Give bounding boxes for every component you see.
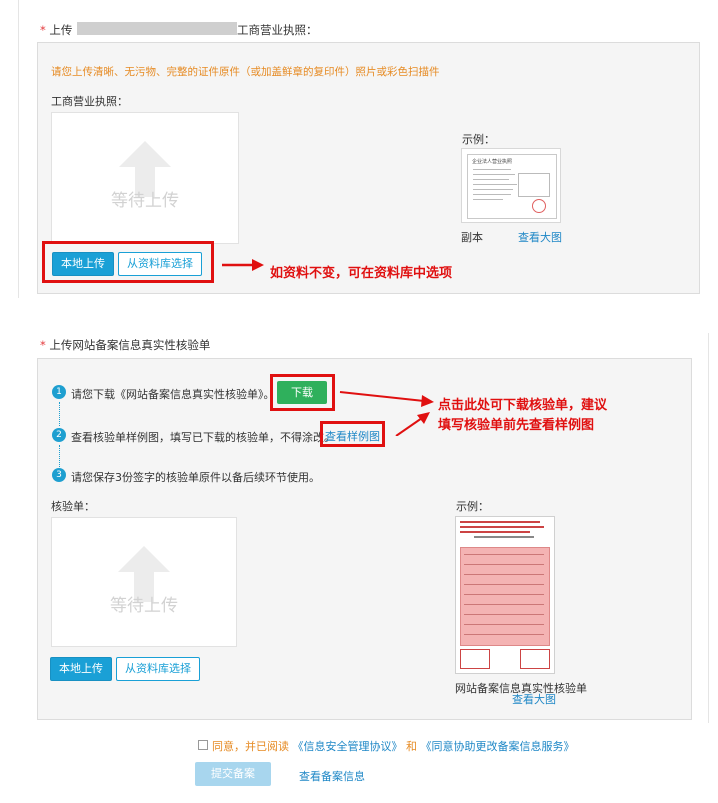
step-connector-2: [59, 445, 60, 467]
annotation-arrows-icon: [339, 391, 434, 436]
annotation-download-text-2: 填写核验单前先查看样例图: [438, 418, 595, 433]
step-3-text: 请您保存3份签字的核验单原件以备后续环节使用。: [71, 471, 320, 484]
step-2-number: 2: [52, 428, 66, 442]
upload-instruction: 请您上传清晰、无污物、完整的证件原件（或加盖鲜章的复印件）照片或彩色扫描件: [51, 66, 440, 78]
section2-title: * 上传网站备案信息真实性核验单: [40, 338, 211, 352]
upload-placeholder-text: 等待上传: [110, 596, 178, 616]
assist-agreement-link[interactable]: 《同意协助更改备案信息服务》: [421, 740, 575, 753]
verification-sample-image: [455, 516, 555, 674]
security-agreement-link[interactable]: 《信息安全管理协议》: [293, 740, 403, 753]
sample-header-text: 企业法人营业执照: [472, 159, 513, 165]
redacted-company-name: [77, 22, 237, 35]
download-button[interactable]: 下载: [277, 381, 327, 404]
section1-title-suffix: 工商营业执照：: [237, 23, 318, 37]
step-connector-1: [59, 402, 60, 426]
section2-right-border: [708, 333, 709, 723]
view-large-link-1[interactable]: 查看大图: [518, 229, 562, 245]
annotation-arrow-icon: [222, 259, 264, 271]
step-3-number: 3: [52, 468, 66, 482]
step-1-number: 1: [52, 385, 66, 399]
select-from-library-button-2[interactable]: 从资料库选择: [116, 657, 200, 681]
agree-checkbox[interactable]: [198, 740, 208, 750]
copy-label: 副本: [461, 231, 483, 244]
submit-filing-button[interactable]: 提交备案: [195, 762, 271, 786]
step-1-text: 请您下载《网站备案信息真实性核验单》。: [71, 388, 275, 401]
license-sample-image: 企业法人营业执照: [461, 148, 561, 223]
example-label-2: 示例：: [456, 500, 489, 513]
section1-title: * 上传: [40, 23, 73, 37]
select-from-library-button[interactable]: 从资料库选择: [118, 252, 202, 276]
license-field-label: 工商营业执照：: [51, 95, 128, 108]
local-upload-button[interactable]: 本地上传: [52, 252, 114, 276]
section1-left-border: [18, 0, 19, 298]
upload-placeholder-text: 等待上传: [111, 191, 179, 211]
seal-icon: [532, 199, 546, 213]
agreement-line: 同意，并已阅读 《信息安全管理协议》 和 《同意协助更改备案信息服务》: [212, 740, 575, 753]
license-upload-area[interactable]: 等待上传: [51, 112, 239, 244]
view-filing-info-link[interactable]: 查看备案信息: [299, 768, 365, 784]
local-upload-button-2[interactable]: 本地上传: [50, 657, 112, 681]
example-label: 示例：: [462, 133, 495, 146]
verification-upload-area[interactable]: 等待上传: [51, 517, 237, 647]
view-large-link-2[interactable]: 查看大图: [512, 691, 556, 707]
verification-field-label: 核验单：: [51, 500, 95, 513]
annotation-library-text: 如资料不变，可在资料库中选项: [270, 266, 453, 281]
step-2-text: 查看核验单样例图，填写已下载的核验单，不得涂改。: [71, 431, 335, 444]
annotation-download-text-1: 点击此处可下载核验单，建议: [438, 398, 608, 413]
